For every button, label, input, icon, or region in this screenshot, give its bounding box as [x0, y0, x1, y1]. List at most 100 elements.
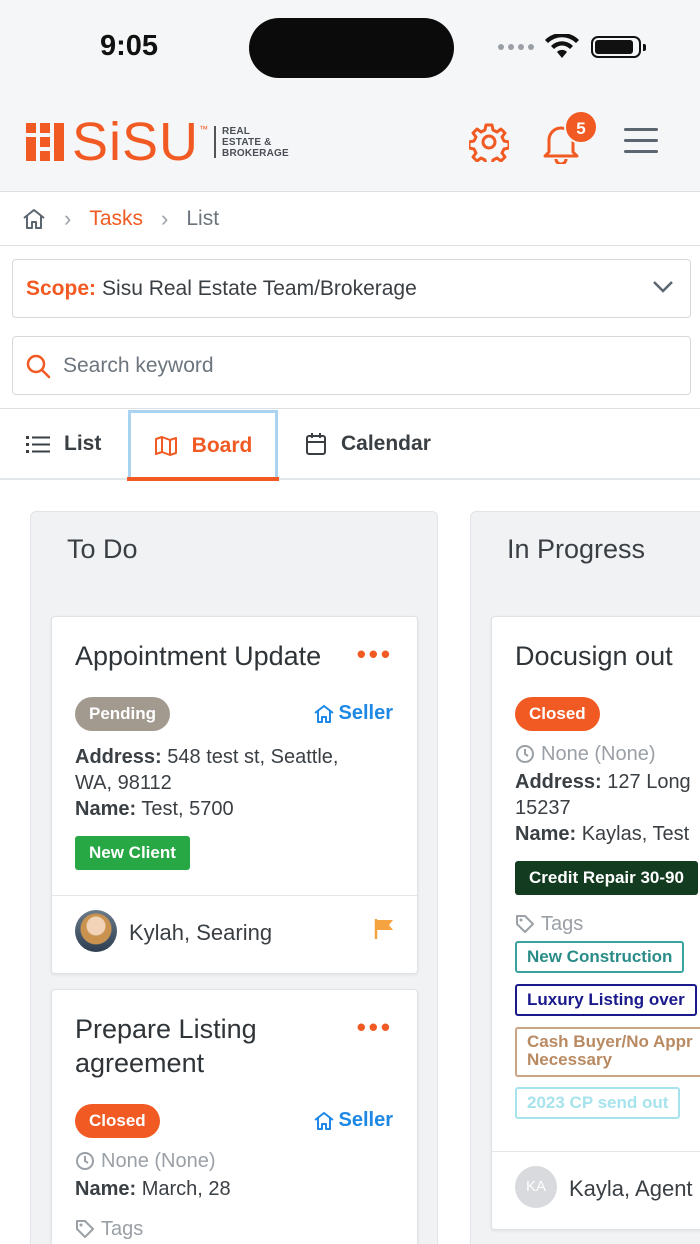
name-row: Name: Kaylas, Test [515, 821, 689, 847]
task-title-line-2: agreement [75, 1048, 205, 1078]
address-label: Address: [515, 771, 602, 793]
logo-mark-icon [26, 123, 64, 161]
tags-label-row: Tags [515, 911, 583, 937]
name-label: Name: [75, 798, 137, 820]
tag-chip: New Construction [515, 941, 685, 973]
tag-chip: 2023 CP send out [515, 1087, 681, 1119]
list-icon [26, 436, 50, 453]
side-label: Seller [313, 1109, 393, 1132]
logo-subtitle: REAL ESTATE & BROKERAGE [222, 125, 289, 159]
name-label: Name: [515, 823, 577, 845]
side-label: Seller [313, 702, 393, 725]
address-row-2: 15237 [515, 797, 571, 819]
settings-gear-icon[interactable] [469, 122, 509, 162]
search-input[interactable] [63, 353, 663, 378]
scope-select[interactable]: Scope: Sisu Real Estate Team/Brokerage [12, 259, 691, 318]
tab-list-label: List [64, 432, 102, 455]
task-title: Docusign out [515, 641, 673, 671]
tab-list[interactable]: List [26, 409, 101, 479]
home-icon [313, 1111, 334, 1130]
scope-value: Sisu Real Estate Team/Brokerage [102, 276, 417, 300]
notification-count-badge: 5 [564, 110, 598, 144]
assignee-name: Kylah, Searing [129, 920, 273, 945]
side-label-text: Seller [338, 702, 393, 724]
home-icon [313, 704, 334, 723]
logo-wordmark: SiSU [72, 112, 200, 172]
logo-divider [214, 126, 217, 158]
scope-label: Scope: [26, 276, 97, 300]
board-column-in-progress: In Progress Docusign out Closed None (No… [470, 511, 700, 1244]
name-row: Name: Test, 5700 [75, 796, 234, 822]
active-tab-indicator [127, 477, 279, 481]
search-box [12, 336, 691, 395]
flag-icon[interactable] [373, 918, 395, 940]
address-value: 127 Long [607, 771, 691, 793]
address-row-2: WA, 98112 [75, 772, 172, 794]
due-value: None (None) [101, 1150, 216, 1172]
due-row: None (None) [515, 741, 656, 767]
search-icon [26, 354, 51, 378]
tab-calendar-label: Calendar [341, 432, 431, 455]
tag-icon [76, 1220, 94, 1238]
side-label-text: Seller [338, 1109, 393, 1131]
assignee-name: Kayla, Agent [569, 1176, 693, 1201]
status-time: 9:05 [100, 30, 159, 62]
name-row: Name: March, 28 [75, 1176, 231, 1202]
more-options-icon[interactable]: ••• [357, 1012, 393, 1043]
tags-label: Tags [101, 1218, 144, 1240]
breadcrumb-current: List [186, 206, 220, 230]
column-title: In Progress [507, 534, 646, 564]
clock-icon [76, 1152, 94, 1170]
battery-icon [591, 36, 646, 58]
kanban-board: To Do Appointment Update ••• Pending Sel… [0, 482, 700, 1244]
clock-icon [516, 745, 534, 763]
more-options-icon[interactable]: ••• [357, 639, 393, 670]
tags-label: Tags [541, 913, 584, 935]
hamburger-menu-button[interactable] [624, 128, 658, 161]
avatar [75, 910, 117, 952]
logo-trademark: ™ [199, 124, 209, 134]
tag-icon [516, 915, 534, 933]
breadcrumb: › Tasks › List [0, 192, 700, 246]
address-label: Address: [75, 746, 162, 768]
tab-board-label: Board [191, 433, 253, 457]
board-column-todo: To Do Appointment Update ••• Pending Sel… [30, 511, 438, 1244]
tab-board[interactable]: Board [128, 410, 278, 478]
view-tabs: List Board Calendar [0, 408, 700, 481]
map-icon [154, 435, 177, 456]
tag-chip: Cash Buyer/No Appr Necessary [515, 1027, 700, 1077]
avatar: KA [515, 1166, 557, 1208]
breadcrumb-tasks-link[interactable]: Tasks [89, 207, 143, 231]
name-value: March, 28 [141, 1178, 231, 1200]
status-bar: 9:05 [0, 0, 700, 96]
wifi-icon [545, 34, 579, 58]
column-title: To Do [67, 534, 138, 564]
card-footer: Kylah, Searing [52, 895, 417, 973]
status-badge: Pending [75, 697, 171, 731]
dynamic-island [249, 18, 454, 78]
task-title: Prepare Listing [75, 1014, 257, 1044]
tag-badge: Credit Repair 30-90 [515, 861, 698, 895]
task-card[interactable]: Prepare Listing agreement ••• Closed Sel… [51, 989, 418, 1244]
calendar-icon [306, 433, 326, 455]
breadcrumb-separator-icon: › [161, 205, 169, 231]
status-badge: Closed [515, 697, 600, 731]
app-header: SiSU ™ REAL ESTATE & BROKERAGE [0, 96, 700, 192]
home-icon[interactable] [22, 208, 46, 230]
tags-label-row: Tags [75, 1216, 143, 1242]
name-value: Test, 5700 [141, 798, 234, 820]
tab-calendar[interactable]: Calendar [305, 409, 431, 479]
address-row: Address: 127 Long [515, 769, 691, 795]
task-card[interactable]: Docusign out Closed None (None) Address:… [491, 616, 700, 1230]
task-card[interactable]: Appointment Update ••• Pending Seller Ad… [51, 616, 418, 974]
card-footer: KA Kayla, Agent [492, 1151, 700, 1229]
status-badge: Closed [75, 1104, 160, 1138]
tag-chip: Luxury Listing over [515, 984, 697, 1016]
name-label: Name: [75, 1178, 137, 1200]
due-row: None (None) [75, 1148, 216, 1174]
sisu-logo[interactable]: SiSU ™ REAL ESTATE & BROKERAGE [26, 112, 289, 172]
address-row: Address: 548 test st, Seattle, [75, 744, 338, 770]
task-title: Appointment Update [75, 641, 322, 671]
address-value: 548 test st, Seattle, [167, 746, 339, 768]
name-value: Kaylas, Test [581, 823, 690, 845]
